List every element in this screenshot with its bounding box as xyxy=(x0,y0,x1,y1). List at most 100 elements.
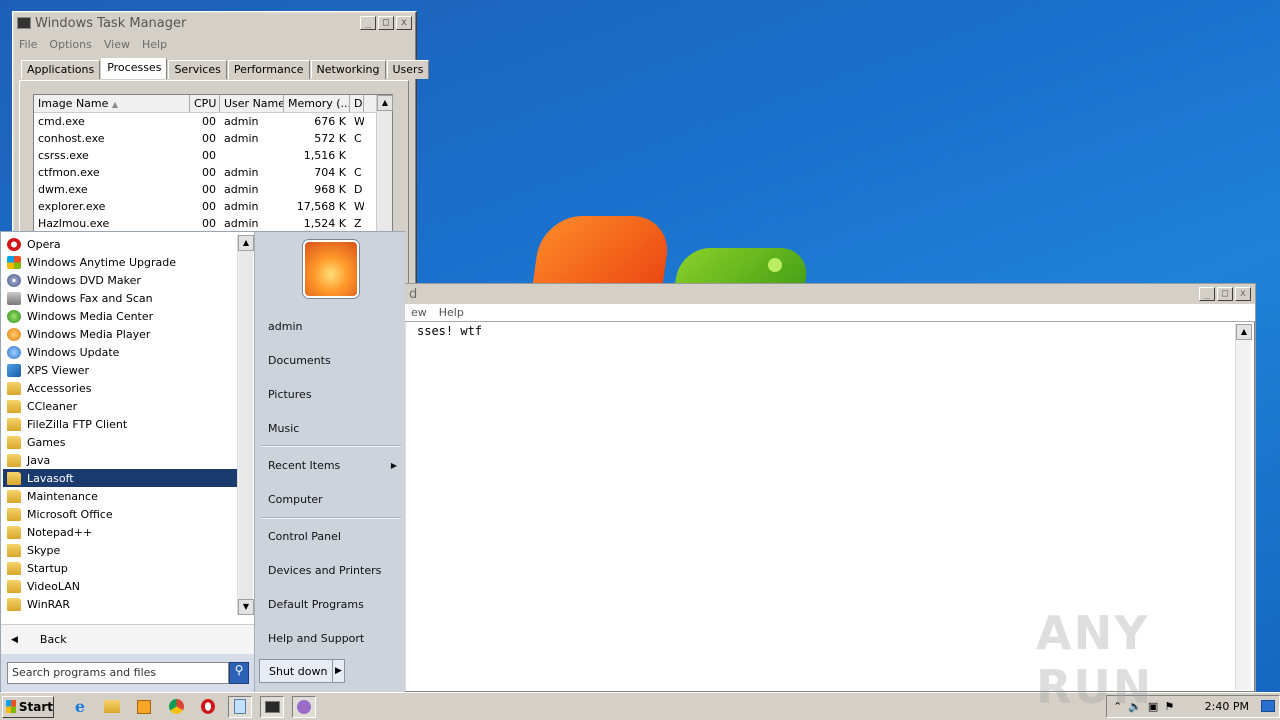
scroll-down-icon[interactable]: ▼ xyxy=(238,599,254,615)
menu-help[interactable]: Help xyxy=(439,306,464,319)
program-windows-media-center[interactable]: Windows Media Center xyxy=(3,307,237,325)
folder-games[interactable]: Games xyxy=(3,433,237,451)
column-image-name[interactable]: Image Name ▲ xyxy=(34,95,190,112)
fax-icon xyxy=(7,291,21,305)
table-row[interactable]: Hazlmou.exe 00 admin 1,524 K Z xyxy=(34,215,392,232)
menu-options[interactable]: Options xyxy=(49,38,91,51)
default-programs-link[interactable]: Default Programs xyxy=(259,589,401,619)
program-label: Lavasoft xyxy=(27,471,74,485)
column-user-name[interactable]: User Name xyxy=(220,95,284,112)
notepad-icon[interactable] xyxy=(228,695,252,718)
process-cpu: 00 xyxy=(202,200,216,213)
start-button[interactable]: Start xyxy=(2,695,54,718)
devices-printers-link[interactable]: Devices and Printers xyxy=(259,555,401,585)
program-windows-update[interactable]: Windows Update xyxy=(3,343,237,361)
table-row[interactable]: cmd.exe 00 admin 676 K W xyxy=(34,113,392,130)
folder-skype[interactable]: Skype xyxy=(3,541,237,559)
close-button[interactable]: x xyxy=(1235,287,1251,301)
program-xps-viewer[interactable]: XPS Viewer xyxy=(3,361,237,379)
scroll-up-icon[interactable]: ▲ xyxy=(1236,324,1252,340)
folder-icon xyxy=(7,453,21,467)
tab-networking[interactable]: Networking xyxy=(310,60,386,79)
tab-performance[interactable]: Performance xyxy=(227,60,310,79)
table-row[interactable]: csrss.exe 00 1,516 K xyxy=(34,147,392,164)
folder-accessories[interactable]: Accessories xyxy=(3,379,237,397)
folder-java[interactable]: Java xyxy=(3,451,237,469)
ie-icon[interactable]: e xyxy=(68,696,92,718)
tab-services[interactable]: Services xyxy=(168,60,227,79)
back-button[interactable]: ◀ Back xyxy=(1,624,254,654)
program-windows-media-player[interactable]: Windows Media Player xyxy=(3,325,237,343)
watermark: ANY RUN xyxy=(1036,606,1154,714)
shutdown-button[interactable]: Shut down ▶ xyxy=(259,659,345,683)
user-folder-link[interactable]: admin xyxy=(259,311,401,341)
process-description: C xyxy=(354,166,362,179)
user-avatar[interactable] xyxy=(303,240,359,298)
notepad-text-area[interactable]: sses! wtf xyxy=(405,322,1255,340)
minimize-button[interactable]: _ xyxy=(360,16,376,30)
program-opera[interactable]: Opera xyxy=(3,235,237,253)
scroll-up-icon[interactable]: ▲ xyxy=(377,95,393,111)
opera-icon[interactable] xyxy=(196,696,220,718)
folder-lavasoft[interactable]: Lavasoft xyxy=(3,469,237,487)
tab-processes[interactable]: Processes xyxy=(101,58,168,79)
maximize-button[interactable]: □ xyxy=(378,16,394,30)
music-link[interactable]: Music xyxy=(259,413,401,443)
close-button[interactable]: x xyxy=(396,16,412,30)
folder-winrar[interactable]: WinRAR xyxy=(3,595,237,613)
table-row[interactable]: conhost.exe 00 admin 572 K C xyxy=(34,130,392,147)
chrome-icon[interactable] xyxy=(164,696,188,718)
table-row[interactable]: dwm.exe 00 admin 968 K D xyxy=(34,181,392,198)
process-user: admin xyxy=(224,200,259,213)
folder-filezilla[interactable]: FileZilla FTP Client xyxy=(3,415,237,433)
help-support-link[interactable]: Help and Support xyxy=(259,623,401,653)
column-description[interactable]: D xyxy=(350,95,364,112)
app-icon[interactable] xyxy=(292,695,316,718)
recent-items-link[interactable]: Recent Items ▶ xyxy=(259,450,401,480)
folder-videolan[interactable]: VideoLAN xyxy=(3,577,237,595)
program-windows-dvd-maker[interactable]: Windows DVD Maker xyxy=(3,271,237,289)
pictures-link[interactable]: Pictures xyxy=(259,379,401,409)
tab-users[interactable]: Users xyxy=(386,60,430,79)
folder-icon xyxy=(7,417,21,431)
computer-link[interactable]: Computer xyxy=(259,484,401,514)
media-player-icon[interactable] xyxy=(132,696,156,718)
program-windows-fax-and-scan[interactable]: Windows Fax and Scan xyxy=(3,289,237,307)
program-label: Java xyxy=(27,453,51,467)
column-memory[interactable]: Memory (... xyxy=(284,95,350,112)
maximize-button[interactable]: □ xyxy=(1217,287,1233,301)
column-cpu[interactable]: CPU xyxy=(190,95,220,112)
process-description: W xyxy=(354,200,364,213)
folder-notepad-plus-plus[interactable]: Notepad++ xyxy=(3,523,237,541)
tab-applications[interactable]: Applications xyxy=(21,60,101,79)
documents-link[interactable]: Documents xyxy=(259,345,401,375)
shutdown-options-icon[interactable]: ▶ xyxy=(332,660,344,682)
program-windows-anytime-upgrade[interactable]: Windows Anytime Upgrade xyxy=(3,253,237,271)
folder-microsoft-office[interactable]: Microsoft Office xyxy=(3,505,237,523)
control-panel-link[interactable]: Control Panel xyxy=(259,521,401,551)
scroll-up-icon[interactable]: ▲ xyxy=(238,235,254,251)
programs-scrollbar[interactable]: ▲ ▼ xyxy=(237,235,254,615)
folder-maintenance[interactable]: Maintenance xyxy=(3,487,237,505)
search-icon[interactable]: ⚲ xyxy=(229,662,249,684)
process-table: Image Name ▲ CPU User Name Memory (... D… xyxy=(33,94,393,234)
scrollbar-thumb[interactable] xyxy=(239,251,253,599)
folder-ccleaner[interactable]: CCleaner xyxy=(3,397,237,415)
process-cpu: 00 xyxy=(202,166,216,179)
table-row[interactable]: ctfmon.exe 00 admin 704 K C xyxy=(34,164,392,181)
explorer-icon[interactable] xyxy=(100,696,124,718)
notepad-titlebar[interactable]: d _ □ x xyxy=(405,284,1255,304)
menu-help[interactable]: Help xyxy=(142,38,167,51)
process-memory: 676 K xyxy=(314,115,346,128)
folder-startup[interactable]: Startup xyxy=(3,559,237,577)
minimize-button[interactable]: _ xyxy=(1199,287,1215,301)
process-table-scrollbar[interactable]: ▲ xyxy=(376,95,393,233)
process-name: ctfmon.exe xyxy=(38,166,100,179)
task-manager-titlebar[interactable]: Windows Task Manager _ □ x xyxy=(13,12,416,34)
menu-view[interactable]: ew xyxy=(411,306,427,319)
menu-view[interactable]: View xyxy=(104,38,130,51)
table-row[interactable]: explorer.exe 00 admin 17,568 K W xyxy=(34,198,392,215)
menu-file[interactable]: File xyxy=(19,38,37,51)
search-input[interactable]: Search programs and files xyxy=(7,662,229,684)
taskmanager-icon[interactable] xyxy=(260,695,284,718)
